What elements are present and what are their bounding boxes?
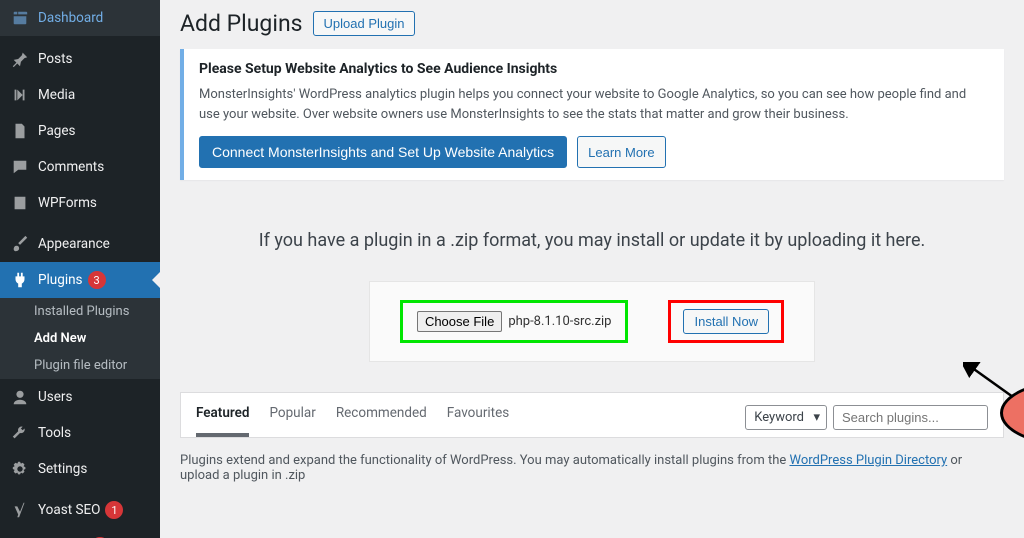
sidebar-item-label: WPForms	[38, 195, 97, 211]
brush-icon	[10, 234, 30, 254]
upload-plugin-button[interactable]: Upload Plugin	[313, 11, 416, 36]
sidebar-item-pages[interactable]: Pages	[0, 113, 160, 149]
update-badge: 3	[88, 271, 106, 289]
page-title: Add Plugins	[180, 10, 303, 37]
user-icon	[10, 387, 30, 407]
sidebar-item-label: Yoast SEO	[38, 502, 100, 518]
plugin-directory-link[interactable]: WordPress Plugin Directory	[789, 453, 947, 468]
main-content: Add Plugins Upload Plugin Please Setup W…	[160, 0, 1024, 538]
tab-popular[interactable]: Popular	[269, 405, 315, 437]
footer-description: Plugins extend and expand the functional…	[180, 453, 1004, 483]
sidebar-item-dashboard[interactable]: Dashboard	[0, 0, 160, 36]
monsterinsights-notice: Please Setup Website Analytics to See Au…	[180, 49, 1004, 180]
learn-more-button[interactable]: Learn More	[577, 136, 665, 168]
plug-icon	[10, 270, 30, 290]
sidebar-item-label: Posts	[38, 51, 72, 67]
sidebar-item-label: Settings	[38, 461, 87, 477]
page-icon	[10, 121, 30, 141]
notice-body: MonsterInsights' WordPress analytics plu…	[199, 85, 989, 124]
sidebar-item-label: Users	[38, 389, 72, 405]
sidebar-item-appearance[interactable]: Appearance	[0, 226, 160, 262]
file-input-highlight: Choose File php-8.1.10-src.zip	[400, 300, 629, 343]
sidebar-item-label: Dashboard	[38, 10, 103, 26]
sidebar-item-label: Media	[38, 87, 75, 103]
sidebar-item-media[interactable]: Media	[0, 77, 160, 113]
plugins-submenu: Installed Plugins Add New Plugin file ed…	[0, 298, 160, 379]
sidebar-item-posts[interactable]: Posts	[0, 41, 160, 77]
tab-recommended[interactable]: Recommended	[336, 405, 427, 437]
dashboard-icon	[10, 8, 30, 28]
sidebar-item-users[interactable]: Users	[0, 379, 160, 415]
comment-icon	[10, 157, 30, 177]
submenu-add-new[interactable]: Add New	[0, 325, 160, 352]
plugin-filter-bar: Featured Popular Recommended Favourites …	[180, 392, 1004, 438]
selected-file-name: php-8.1.10-src.zip	[508, 314, 611, 329]
sidebar-item-label: Pages	[38, 123, 76, 139]
search-plugins-input[interactable]	[833, 405, 988, 430]
settings-icon	[10, 459, 30, 479]
yoast-icon	[10, 500, 30, 520]
choose-file-button[interactable]: Choose File	[417, 311, 502, 332]
form-icon	[10, 193, 30, 213]
sidebar-item-plugins[interactable]: Plugins 3	[0, 262, 160, 298]
sidebar-item-settings[interactable]: Settings	[0, 451, 160, 487]
tab-featured[interactable]: Featured	[196, 405, 249, 437]
sidebar-item-label: Plugins	[38, 272, 83, 288]
sidebar-item-label: Tools	[38, 425, 71, 441]
search-area: Keyword	[745, 405, 988, 430]
filter-tabs: Featured Popular Recommended Favourites	[196, 405, 509, 437]
submenu-plugin-file-editor[interactable]: Plugin file editor	[0, 352, 160, 379]
sidebar-item-insights[interactable]: Insights 5	[0, 528, 160, 538]
sidebar-item-wpforms[interactable]: WPForms	[0, 185, 160, 221]
connect-monsterinsights-button[interactable]: Connect MonsterInsights and Set Up Websi…	[199, 136, 567, 168]
upload-section: If you have a plugin in a .zip format, y…	[180, 200, 1004, 392]
search-type-select[interactable]: Keyword	[745, 405, 827, 430]
upload-form: Choose File php-8.1.10-src.zip Install N…	[369, 281, 815, 362]
upload-instructions: If you have a plugin in a .zip format, y…	[200, 230, 984, 251]
sidebar-item-label: Comments	[38, 159, 104, 175]
install-button-highlight: Install Now	[668, 300, 784, 343]
notice-title: Please Setup Website Analytics to See Au…	[199, 61, 989, 77]
sidebar-item-label: Appearance	[38, 236, 110, 252]
submenu-installed-plugins[interactable]: Installed Plugins	[0, 298, 160, 325]
pin-icon	[10, 49, 30, 69]
sidebar-item-tools[interactable]: Tools	[0, 415, 160, 451]
sidebar-item-comments[interactable]: Comments	[0, 149, 160, 185]
admin-sidebar: Dashboard Posts Media Pages Comments WPF…	[0, 0, 160, 538]
install-now-button[interactable]: Install Now	[683, 309, 769, 334]
page-header: Add Plugins Upload Plugin	[180, 10, 1004, 37]
update-badge: 1	[105, 501, 123, 519]
sidebar-item-yoast[interactable]: Yoast SEO 1	[0, 492, 160, 528]
media-icon	[10, 85, 30, 105]
tab-favourites[interactable]: Favourites	[447, 405, 509, 437]
wrench-icon	[10, 423, 30, 443]
